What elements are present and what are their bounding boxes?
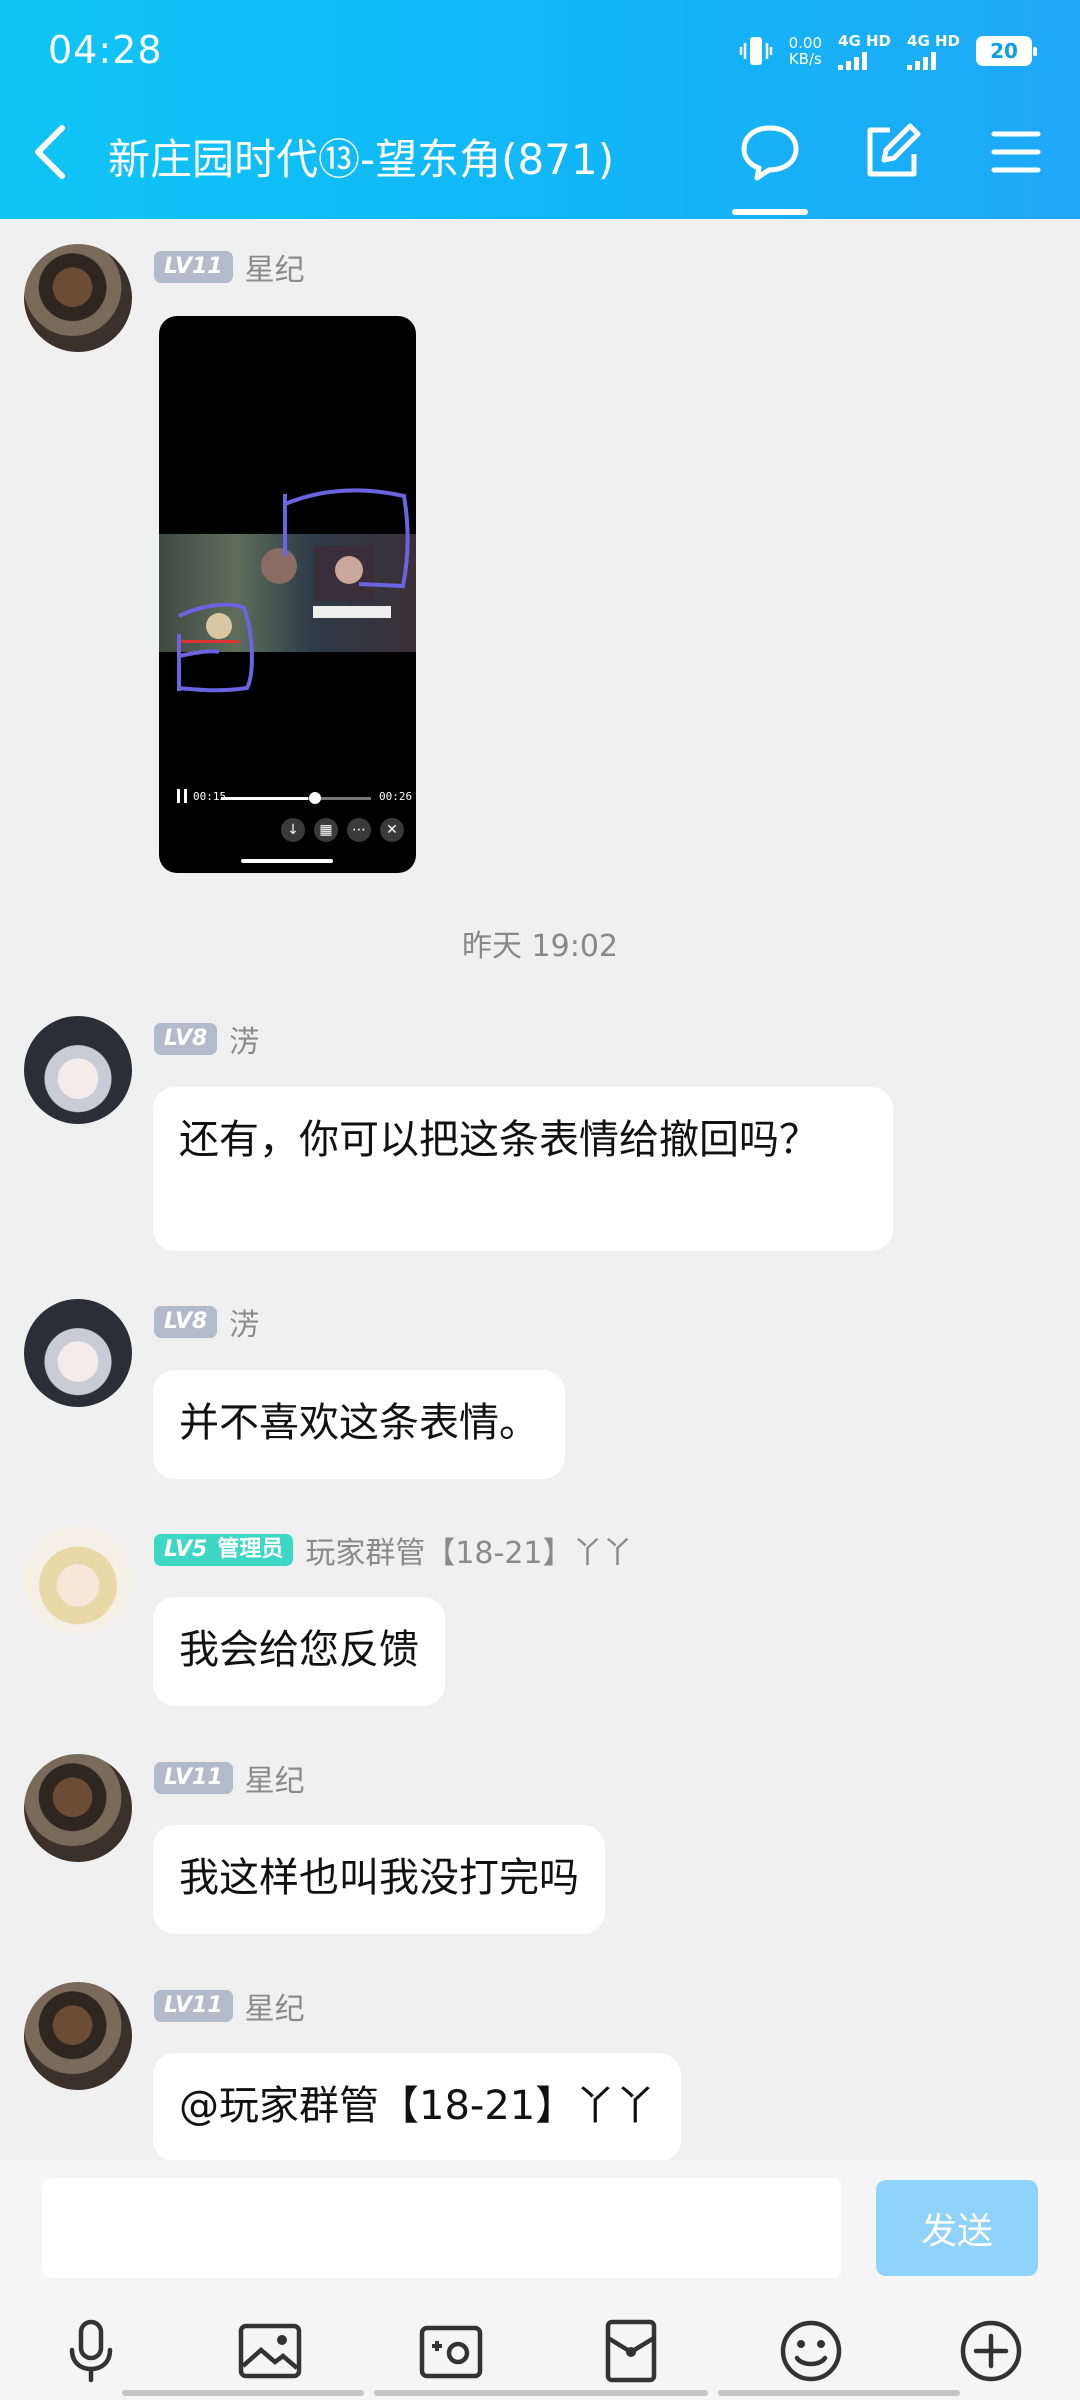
emoji-icon[interactable] <box>776 2316 846 2386</box>
message-bubble[interactable]: 并不喜欢这条表情。 <box>153 1370 565 1479</box>
plus-icon[interactable] <box>956 2316 1026 2386</box>
level-badge: LV11 <box>154 1762 233 1794</box>
tab-indicator <box>732 209 808 215</box>
video-message[interactable]: 00:15 00:26 ↓ ▦ ⋯ ✕ <box>159 316 416 873</box>
back-icon[interactable] <box>28 122 74 182</box>
sender-name[interactable]: 星纪 <box>245 1756 305 1800</box>
download-icon[interactable]: ↓ <box>281 818 305 842</box>
chat-bubble-icon[interactable] <box>738 120 802 184</box>
level-badge: LV5 管理员 <box>154 1534 294 1566</box>
avatar[interactable] <box>24 1299 132 1407</box>
sender-row: LV11 星纪 <box>154 1756 305 1800</box>
home-indicator <box>241 859 333 863</box>
avatar[interactable] <box>24 1982 132 2090</box>
sender-name[interactable]: 玩家群管【18-21】丫丫 <box>305 1528 632 1572</box>
signal-1: 4G HD <box>838 32 891 70</box>
sender-row: LV11 星纪 <box>154 245 305 289</box>
status-icons: 0.00 KB/s 4G HD 4G HD 20 <box>739 32 1037 70</box>
grid-icon[interactable]: ▦ <box>314 818 338 842</box>
message-input[interactable] <box>42 2178 842 2278</box>
more-icon[interactable]: ⋯ <box>347 818 371 842</box>
group-title: 新庄园时代⑬-望东角(871) <box>108 135 615 184</box>
video-total-time: 00:26 <box>379 790 413 803</box>
edit-icon[interactable] <box>860 120 924 184</box>
sender-row: LV5 管理员 玩家群管【18-21】丫丫 <box>154 1528 633 1572</box>
close-icon[interactable]: ✕ <box>380 818 404 842</box>
signal-bars-icon <box>907 52 937 70</box>
admin-badge: 管理员 <box>217 1537 284 1562</box>
status-time: 04:28 <box>48 28 163 72</box>
send-button[interactable]: 发送 <box>876 2180 1038 2276</box>
avatar[interactable] <box>24 1016 132 1124</box>
header: 04:28 0.00 KB/s 4G HD 4G HD 20 新庄园时代⑬-望东… <box>0 0 1080 219</box>
network-speed: 0.00 KB/s <box>788 34 823 68</box>
nav-gesture-bar <box>718 2390 960 2396</box>
message-bubble[interactable]: 我会给您反馈 <box>153 1597 445 1706</box>
avatar[interactable] <box>24 244 132 352</box>
red-packet-icon[interactable] <box>596 2316 666 2386</box>
level-badge: LV11 <box>154 251 233 283</box>
sender-row: LV8 淓 <box>154 1300 259 1344</box>
image-icon[interactable] <box>235 2316 305 2386</box>
signal-bars-icon <box>838 52 868 70</box>
level-badge: LV11 <box>154 1990 233 2022</box>
message-bubble[interactable]: 我这样也叫我没打完吗 <box>153 1825 605 1934</box>
sender-row: LV8 淓 <box>154 1017 259 1061</box>
sender-name[interactable]: 淓 <box>229 1300 259 1344</box>
menu-icon[interactable] <box>984 120 1048 184</box>
nav-gesture-bar <box>374 2390 708 2396</box>
sender-name[interactable]: 淓 <box>229 1017 259 1061</box>
signal-2: 4G HD <box>907 32 960 70</box>
camera-icon[interactable] <box>416 2316 486 2386</box>
avatar[interactable] <box>24 1526 132 1634</box>
video-progress[interactable] <box>221 797 371 800</box>
level-badge: LV8 <box>154 1023 218 1055</box>
level-badge: LV8 <box>154 1306 218 1338</box>
video-scrubber[interactable] <box>309 792 321 804</box>
sender-row: LV11 星纪 <box>154 1984 305 2028</box>
sender-name[interactable]: 星纪 <box>245 245 305 289</box>
pause-icon[interactable] <box>177 789 187 803</box>
microphone-icon[interactable] <box>56 2316 126 2386</box>
message-bubble[interactable]: 还有，你可以把这条表情给撤回吗？ <box>153 1087 893 1251</box>
vibrate-icon <box>739 37 772 65</box>
message-bubble[interactable]: @玩家群管【18-21】丫丫 <box>153 2053 682 2162</box>
avatar[interactable] <box>24 1754 132 1862</box>
battery-icon: 20 <box>976 36 1037 66</box>
sender-name[interactable]: 星纪 <box>245 1984 305 2028</box>
message-timestamp: 昨天 19:02 <box>462 929 618 964</box>
nav-gesture-bar <box>122 2390 364 2396</box>
